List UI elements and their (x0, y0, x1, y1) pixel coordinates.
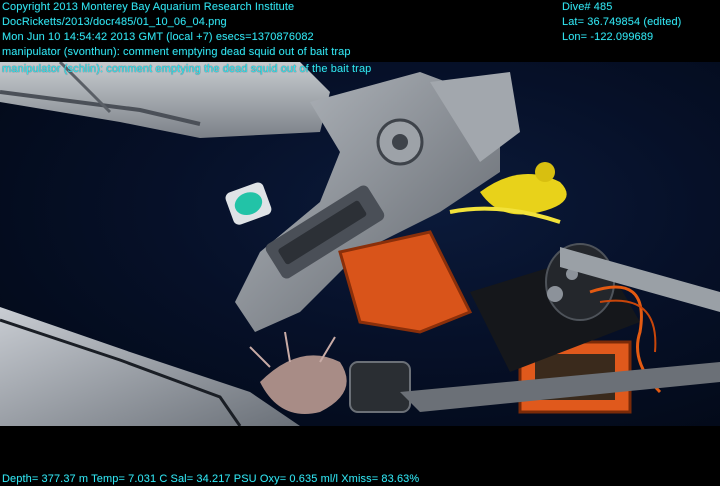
longitude-text: Lon= -122.099689 (562, 31, 654, 43)
comment-2-text: manipulator (schlin): comment emptying t… (2, 63, 372, 75)
comment-1-text: manipulator (svonthun): comment emptying… (2, 46, 351, 58)
latitude-text: Lat= 36.749854 (edited) (562, 16, 682, 28)
telemetry-text: Depth= 377.37 m Temp= 7.031 C Sal= 34.21… (2, 473, 420, 485)
timestamp-text: Mon Jun 10 14:54:42 2013 GMT (local +7) … (2, 31, 314, 43)
dive-number: Dive# 485 (562, 1, 613, 13)
copyright-text: Copyright 2013 Monterey Bay Aquarium Res… (2, 1, 295, 13)
camera-light (225, 182, 272, 225)
bait-trap (338, 230, 473, 334)
scene-illustration (0, 62, 720, 426)
squid-debris (249, 331, 347, 414)
collection-jar (349, 361, 411, 413)
underwater-scene (0, 62, 720, 426)
video-frame: Copyright 2013 Monterey Bay Aquarium Res… (0, 0, 720, 486)
file-path-text: DocRicketts/2013/docr485/01_10_06_04.png (2, 16, 227, 28)
